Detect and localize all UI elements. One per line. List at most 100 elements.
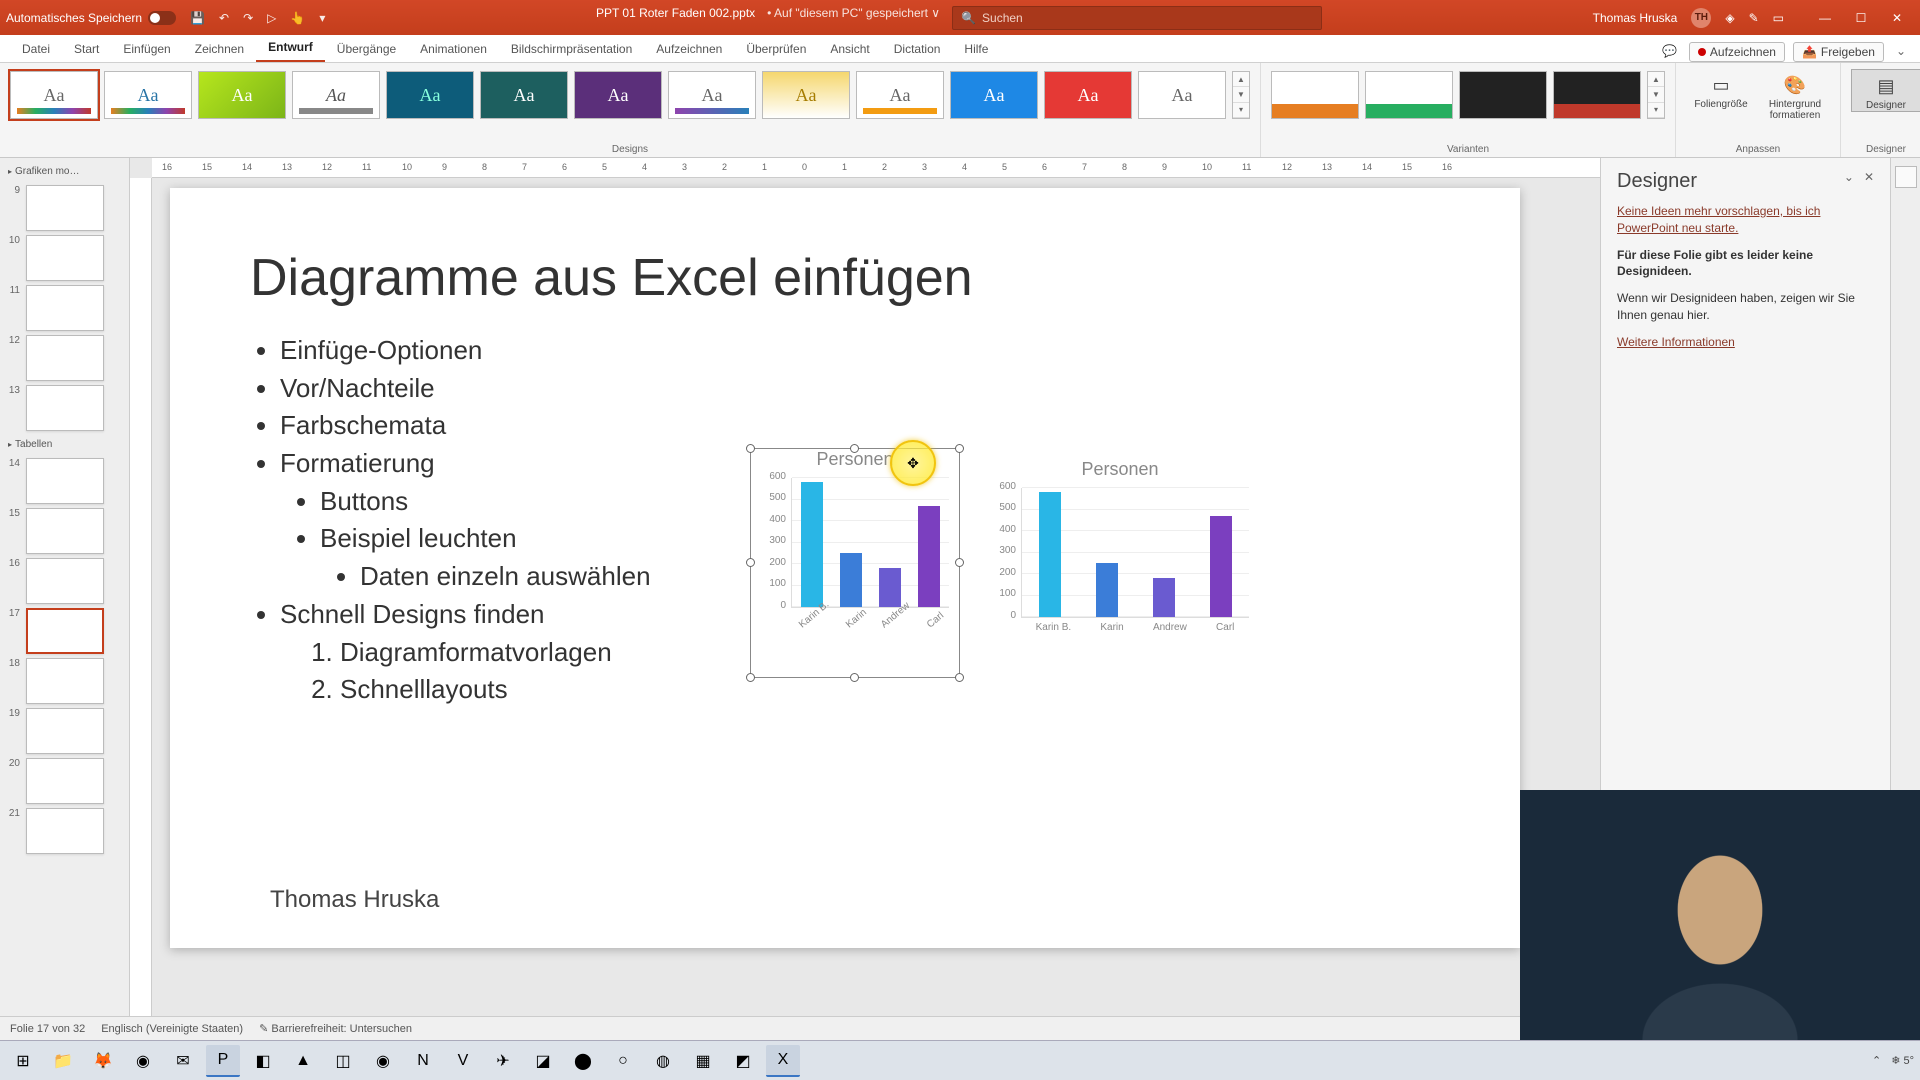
theme-thumb[interactable]: Aa bbox=[10, 71, 98, 119]
variants-gallery[interactable]: ▲▼▾ bbox=[1261, 63, 1675, 123]
save-icon[interactable]: 💾 bbox=[190, 11, 205, 25]
ribbon-collapse-icon[interactable]: ⌄ bbox=[1892, 40, 1910, 62]
telegram-icon[interactable]: ✈ bbox=[486, 1045, 520, 1077]
bar[interactable] bbox=[879, 568, 901, 607]
autosave-toggle[interactable]: Automatisches Speichern bbox=[6, 11, 176, 25]
chrome-icon[interactable]: ◉ bbox=[126, 1045, 160, 1077]
vlc-icon[interactable]: ▲ bbox=[286, 1045, 320, 1077]
theme-thumb[interactable]: Aa bbox=[1138, 71, 1226, 119]
system-tray[interactable]: ⌃ ❄ 5° bbox=[1872, 1054, 1914, 1067]
app-icon[interactable]: ○ bbox=[606, 1045, 640, 1077]
slide-thumb[interactable]: 15 bbox=[6, 508, 123, 554]
variant-thumb[interactable] bbox=[1553, 71, 1641, 119]
slide-title[interactable]: Diagramme aus Excel einfügen bbox=[250, 248, 1440, 308]
variant-thumb[interactable] bbox=[1271, 71, 1359, 119]
slide-thumb[interactable]: 11 bbox=[6, 285, 123, 331]
tab-hilfe[interactable]: Hilfe bbox=[952, 36, 1000, 62]
variant-thumb[interactable] bbox=[1459, 71, 1547, 119]
weather-icon[interactable]: ❄ 5° bbox=[1891, 1054, 1914, 1067]
start-button[interactable]: ⊞ bbox=[6, 1045, 40, 1077]
close-button[interactable]: ✕ bbox=[1880, 6, 1914, 30]
tab-ansicht[interactable]: Ansicht bbox=[818, 36, 881, 62]
slide-counter[interactable]: Folie 17 von 32 bbox=[10, 1023, 85, 1035]
tab-überprüfen[interactable]: Überprüfen bbox=[734, 36, 818, 62]
obs-icon[interactable]: ⬤ bbox=[566, 1045, 600, 1077]
bar[interactable] bbox=[1210, 516, 1232, 617]
bar[interactable] bbox=[918, 506, 940, 607]
app-icon[interactable]: ▦ bbox=[686, 1045, 720, 1077]
bar[interactable] bbox=[1096, 563, 1118, 617]
gallery-scroll[interactable]: ▲▼▾ bbox=[1232, 71, 1250, 119]
design-gallery[interactable]: Aa Aa Aa Aa Aa Aa Aa Aa Aa Aa Aa Aa Aa ▲… bbox=[0, 63, 1260, 123]
tab-einfügen[interactable]: Einfügen bbox=[111, 36, 182, 62]
excel-icon[interactable]: X bbox=[766, 1045, 800, 1077]
slide[interactable]: Diagramme aus Excel einfügen Einfüge-Opt… bbox=[170, 188, 1520, 948]
touch-icon[interactable]: 👆 bbox=[290, 11, 305, 25]
gallery-scroll[interactable]: ▲▼▾ bbox=[1647, 71, 1665, 119]
theme-thumb[interactable]: Aa bbox=[1044, 71, 1132, 119]
firefox-icon[interactable]: 🦊 bbox=[86, 1045, 120, 1077]
app-icon[interactable]: ◩ bbox=[726, 1045, 760, 1077]
app-icon[interactable]: ◫ bbox=[326, 1045, 360, 1077]
app-icon[interactable]: ◪ bbox=[526, 1045, 560, 1077]
comments-icon[interactable]: 💬 bbox=[1658, 40, 1681, 62]
theme-thumb[interactable]: Aa bbox=[950, 71, 1038, 119]
tab-start[interactable]: Start bbox=[62, 36, 111, 62]
user-avatar[interactable]: TH bbox=[1691, 8, 1711, 28]
tab-bildschirmpräsentation[interactable]: Bildschirmpräsentation bbox=[499, 36, 644, 62]
format-background-button[interactable]: 🎨Hintergrund formatieren bbox=[1760, 69, 1830, 121]
tab-übergänge[interactable]: Übergänge bbox=[325, 36, 408, 62]
diamond-icon[interactable]: ◈ bbox=[1725, 11, 1734, 25]
slide-thumb[interactable]: 17 bbox=[6, 608, 123, 654]
bar[interactable] bbox=[840, 553, 862, 607]
theme-thumb[interactable]: Aa bbox=[198, 71, 286, 119]
bar[interactable] bbox=[1039, 492, 1061, 617]
designer-stop-link[interactable]: Keine Ideen mehr vorschlagen, bis ich Po… bbox=[1617, 204, 1820, 235]
accessibility-status[interactable]: ✎ Barrierefreiheit: Untersuchen bbox=[259, 1022, 412, 1035]
window-icon[interactable]: ▭ bbox=[1773, 11, 1784, 25]
app-icon[interactable]: ◍ bbox=[646, 1045, 680, 1077]
designer-button[interactable]: ▤Designer bbox=[1851, 69, 1920, 112]
share-button[interactable]: 📤Freigeben bbox=[1793, 42, 1884, 62]
powerpoint-icon[interactable]: P bbox=[206, 1045, 240, 1077]
slide-thumb[interactable]: 19 bbox=[6, 708, 123, 754]
app-icon[interactable]: ◧ bbox=[246, 1045, 280, 1077]
chart-object-selected[interactable]: Personen0100200300400500600Karin B.Karin… bbox=[750, 448, 960, 678]
search-box[interactable]: 🔍 bbox=[952, 6, 1322, 30]
qat-more-icon[interactable]: ▾ bbox=[319, 11, 325, 25]
user-name[interactable]: Thomas Hruska bbox=[1593, 11, 1678, 25]
outlook-icon[interactable]: ✉ bbox=[166, 1045, 200, 1077]
slide-thumb[interactable]: 10 bbox=[6, 235, 123, 281]
slide-thumb[interactable]: 13 bbox=[6, 385, 123, 431]
tab-aufzeichnen[interactable]: Aufzeichnen bbox=[644, 36, 734, 62]
pane-chevron-icon[interactable]: ⌄ bbox=[1844, 170, 1854, 184]
redo-icon[interactable]: ↷ bbox=[243, 11, 253, 25]
slide-thumb[interactable]: 14 bbox=[6, 458, 123, 504]
slide-size-button[interactable]: ▭Foliengröße bbox=[1686, 69, 1756, 121]
theme-thumb[interactable]: Aa bbox=[762, 71, 850, 119]
file-explorer-icon[interactable]: 📁 bbox=[46, 1045, 80, 1077]
thumbnails[interactable]: Grafiken mo…910111213Tabellen14151617181… bbox=[0, 158, 129, 1040]
theme-thumb[interactable]: Aa bbox=[668, 71, 756, 119]
slide-thumb[interactable]: 9 bbox=[6, 185, 123, 231]
undo-icon[interactable]: ↶ bbox=[219, 11, 229, 25]
slide-thumb[interactable]: 16 bbox=[6, 558, 123, 604]
maximize-button[interactable]: ☐ bbox=[1844, 6, 1878, 30]
tab-datei[interactable]: Datei bbox=[10, 36, 62, 62]
slide-thumb[interactable]: 21 bbox=[6, 808, 123, 854]
minimize-button[interactable]: — bbox=[1808, 6, 1842, 30]
bar[interactable] bbox=[801, 482, 823, 607]
slide-thumb[interactable]: 18 bbox=[6, 658, 123, 704]
present-icon[interactable]: ▷ bbox=[267, 11, 276, 25]
theme-thumb[interactable]: Aa bbox=[480, 71, 568, 119]
theme-thumb[interactable]: Aa bbox=[386, 71, 474, 119]
onenote-icon[interactable]: N bbox=[406, 1045, 440, 1077]
slide-thumb[interactable]: 20 bbox=[6, 758, 123, 804]
tab-dictation[interactable]: Dictation bbox=[882, 36, 953, 62]
tab-animationen[interactable]: Animationen bbox=[408, 36, 499, 62]
designer-more-link[interactable]: Weitere Informationen bbox=[1617, 335, 1735, 349]
slide-thumb[interactable]: 12 bbox=[6, 335, 123, 381]
toggle-switch[interactable] bbox=[148, 11, 176, 25]
visio-icon[interactable]: V bbox=[446, 1045, 480, 1077]
side-strip-item[interactable] bbox=[1895, 166, 1917, 188]
